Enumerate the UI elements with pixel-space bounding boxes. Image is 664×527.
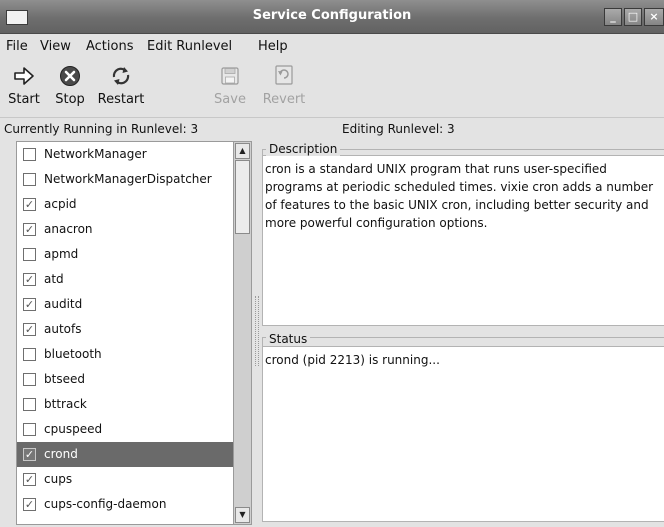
pane-grip-icon[interactable] — [255, 296, 259, 366]
service-checkbox[interactable]: ✓ — [23, 198, 36, 211]
service-name: crond — [44, 447, 78, 461]
service-checkbox[interactable] — [23, 248, 36, 261]
service-name: autofs — [44, 322, 82, 336]
service-name: cups — [44, 472, 73, 486]
service-row[interactable]: ✓ autofs — [17, 317, 233, 342]
service-name: cups-config-daemon — [44, 497, 167, 511]
menu-bar: File View Actions Edit Runlevel Help — [0, 34, 664, 58]
service-list[interactable]: NetworkManager NetworkManagerDispatcher ✓ a… — [16, 141, 234, 525]
service-name: bluetooth — [44, 347, 102, 361]
service-row[interactable]: apmd — [17, 242, 233, 267]
service-row[interactable]: bttrack — [17, 392, 233, 417]
restart-icon — [112, 67, 130, 85]
service-row[interactable]: ✓ anacron — [17, 217, 233, 242]
service-row[interactable]: NetworkManagerDispatcher — [17, 167, 233, 192]
revert-button[interactable]: Revert — [262, 60, 306, 114]
description-label: Description — [266, 142, 341, 156]
current-runlevel: Currently Running in Runlevel: 3 — [4, 122, 199, 136]
service-checkbox[interactable]: ✓ — [23, 223, 36, 236]
service-checkbox[interactable] — [23, 348, 36, 361]
service-name: anacron — [44, 222, 93, 236]
start-label: Start — [8, 92, 40, 107]
service-checkbox[interactable]: ✓ — [23, 298, 36, 311]
stop-label: Stop — [55, 92, 85, 107]
scrollbar-thumb[interactable] — [235, 160, 250, 234]
service-checkbox[interactable]: ✓ — [23, 498, 36, 511]
service-row[interactable]: ✓ cups-config-daemon — [17, 492, 233, 517]
service-checkbox[interactable] — [23, 373, 36, 386]
maximize-icon[interactable]: □ — [624, 8, 642, 26]
service-checkbox[interactable] — [23, 398, 36, 411]
service-checkbox[interactable]: ✓ — [23, 273, 36, 286]
service-name: btseed — [44, 372, 85, 386]
stop-circle-icon — [60, 66, 80, 86]
revert-label: Revert — [262, 92, 306, 107]
menu-actions[interactable]: Actions — [86, 39, 134, 54]
toolbar: Start Stop Restart Save Revert — [0, 58, 664, 118]
service-configuration-window: Service Configuration _ □ × File View Ac… — [0, 0, 664, 527]
save-button[interactable]: Save — [212, 60, 248, 114]
status-label: Status — [266, 332, 311, 346]
service-name: apmd — [44, 247, 79, 261]
service-name: auditd — [44, 297, 83, 311]
service-row[interactable]: ✓ atd — [17, 267, 233, 292]
service-row[interactable]: ✓ acpid — [17, 192, 233, 217]
service-row[interactable]: bluetooth — [17, 342, 233, 367]
service-row[interactable]: btseed — [17, 367, 233, 392]
service-name: atd — [44, 272, 64, 286]
editing-runlevel: Editing Runlevel: 3 — [342, 122, 455, 136]
service-checkbox[interactable] — [23, 148, 36, 161]
service-checkbox[interactable]: ✓ — [23, 448, 36, 461]
description-box: cron is a standard UNIX program that run… — [262, 155, 664, 326]
service-checkbox[interactable] — [23, 173, 36, 186]
service-name: NetworkManager — [44, 147, 147, 161]
service-checkbox[interactable] — [23, 423, 36, 436]
service-checkbox[interactable]: ✓ — [23, 323, 36, 336]
service-row[interactable]: NetworkManager — [17, 142, 233, 167]
save-label: Save — [214, 92, 246, 107]
restart-button[interactable]: Restart — [96, 60, 146, 114]
description-text: cron is a standard UNIX program that run… — [265, 162, 654, 230]
menu-help[interactable]: Help — [258, 39, 288, 54]
scroll-up-icon[interactable]: ▲ — [235, 143, 250, 159]
menu-view[interactable]: View — [40, 39, 71, 54]
service-list-scrollbar[interactable]: ▲ ▼ — [234, 141, 252, 525]
runlevel-bar: Currently Running in Runlevel: 3 Editing… — [0, 118, 664, 140]
stop-button[interactable]: Stop — [50, 60, 90, 114]
menu-file[interactable]: File — [6, 39, 28, 54]
start-button[interactable]: Start — [4, 60, 44, 114]
menu-edit-runlevel[interactable]: Edit Runlevel — [147, 39, 232, 54]
service-name: cpuspeed — [44, 422, 103, 436]
minimize-icon[interactable]: _ — [604, 8, 622, 26]
status-text: crond (pid 2213) is running... — [265, 353, 440, 367]
arrow-right-icon — [14, 67, 34, 85]
scroll-down-icon[interactable]: ▼ — [235, 507, 250, 523]
service-name: NetworkManagerDispatcher — [44, 172, 212, 186]
service-row[interactable]: ✓ crond — [17, 442, 233, 467]
pane-divider[interactable] — [252, 141, 262, 527]
restart-label: Restart — [97, 92, 145, 107]
service-row[interactable]: cpuspeed — [17, 417, 233, 442]
title-bar[interactable]: Service Configuration _ □ × — [0, 0, 664, 34]
service-name: acpid — [44, 197, 77, 211]
close-icon[interactable]: × — [644, 8, 664, 26]
service-name: bttrack — [44, 397, 87, 411]
service-row[interactable]: ✓ cups — [17, 467, 233, 492]
window-title: Service Configuration — [252, 8, 412, 23]
status-box: crond (pid 2213) is running... — [262, 346, 664, 522]
save-icon — [221, 67, 239, 85]
service-checkbox[interactable]: ✓ — [23, 473, 36, 486]
service-row[interactable]: ✓ auditd — [17, 292, 233, 317]
revert-icon — [275, 65, 293, 85]
